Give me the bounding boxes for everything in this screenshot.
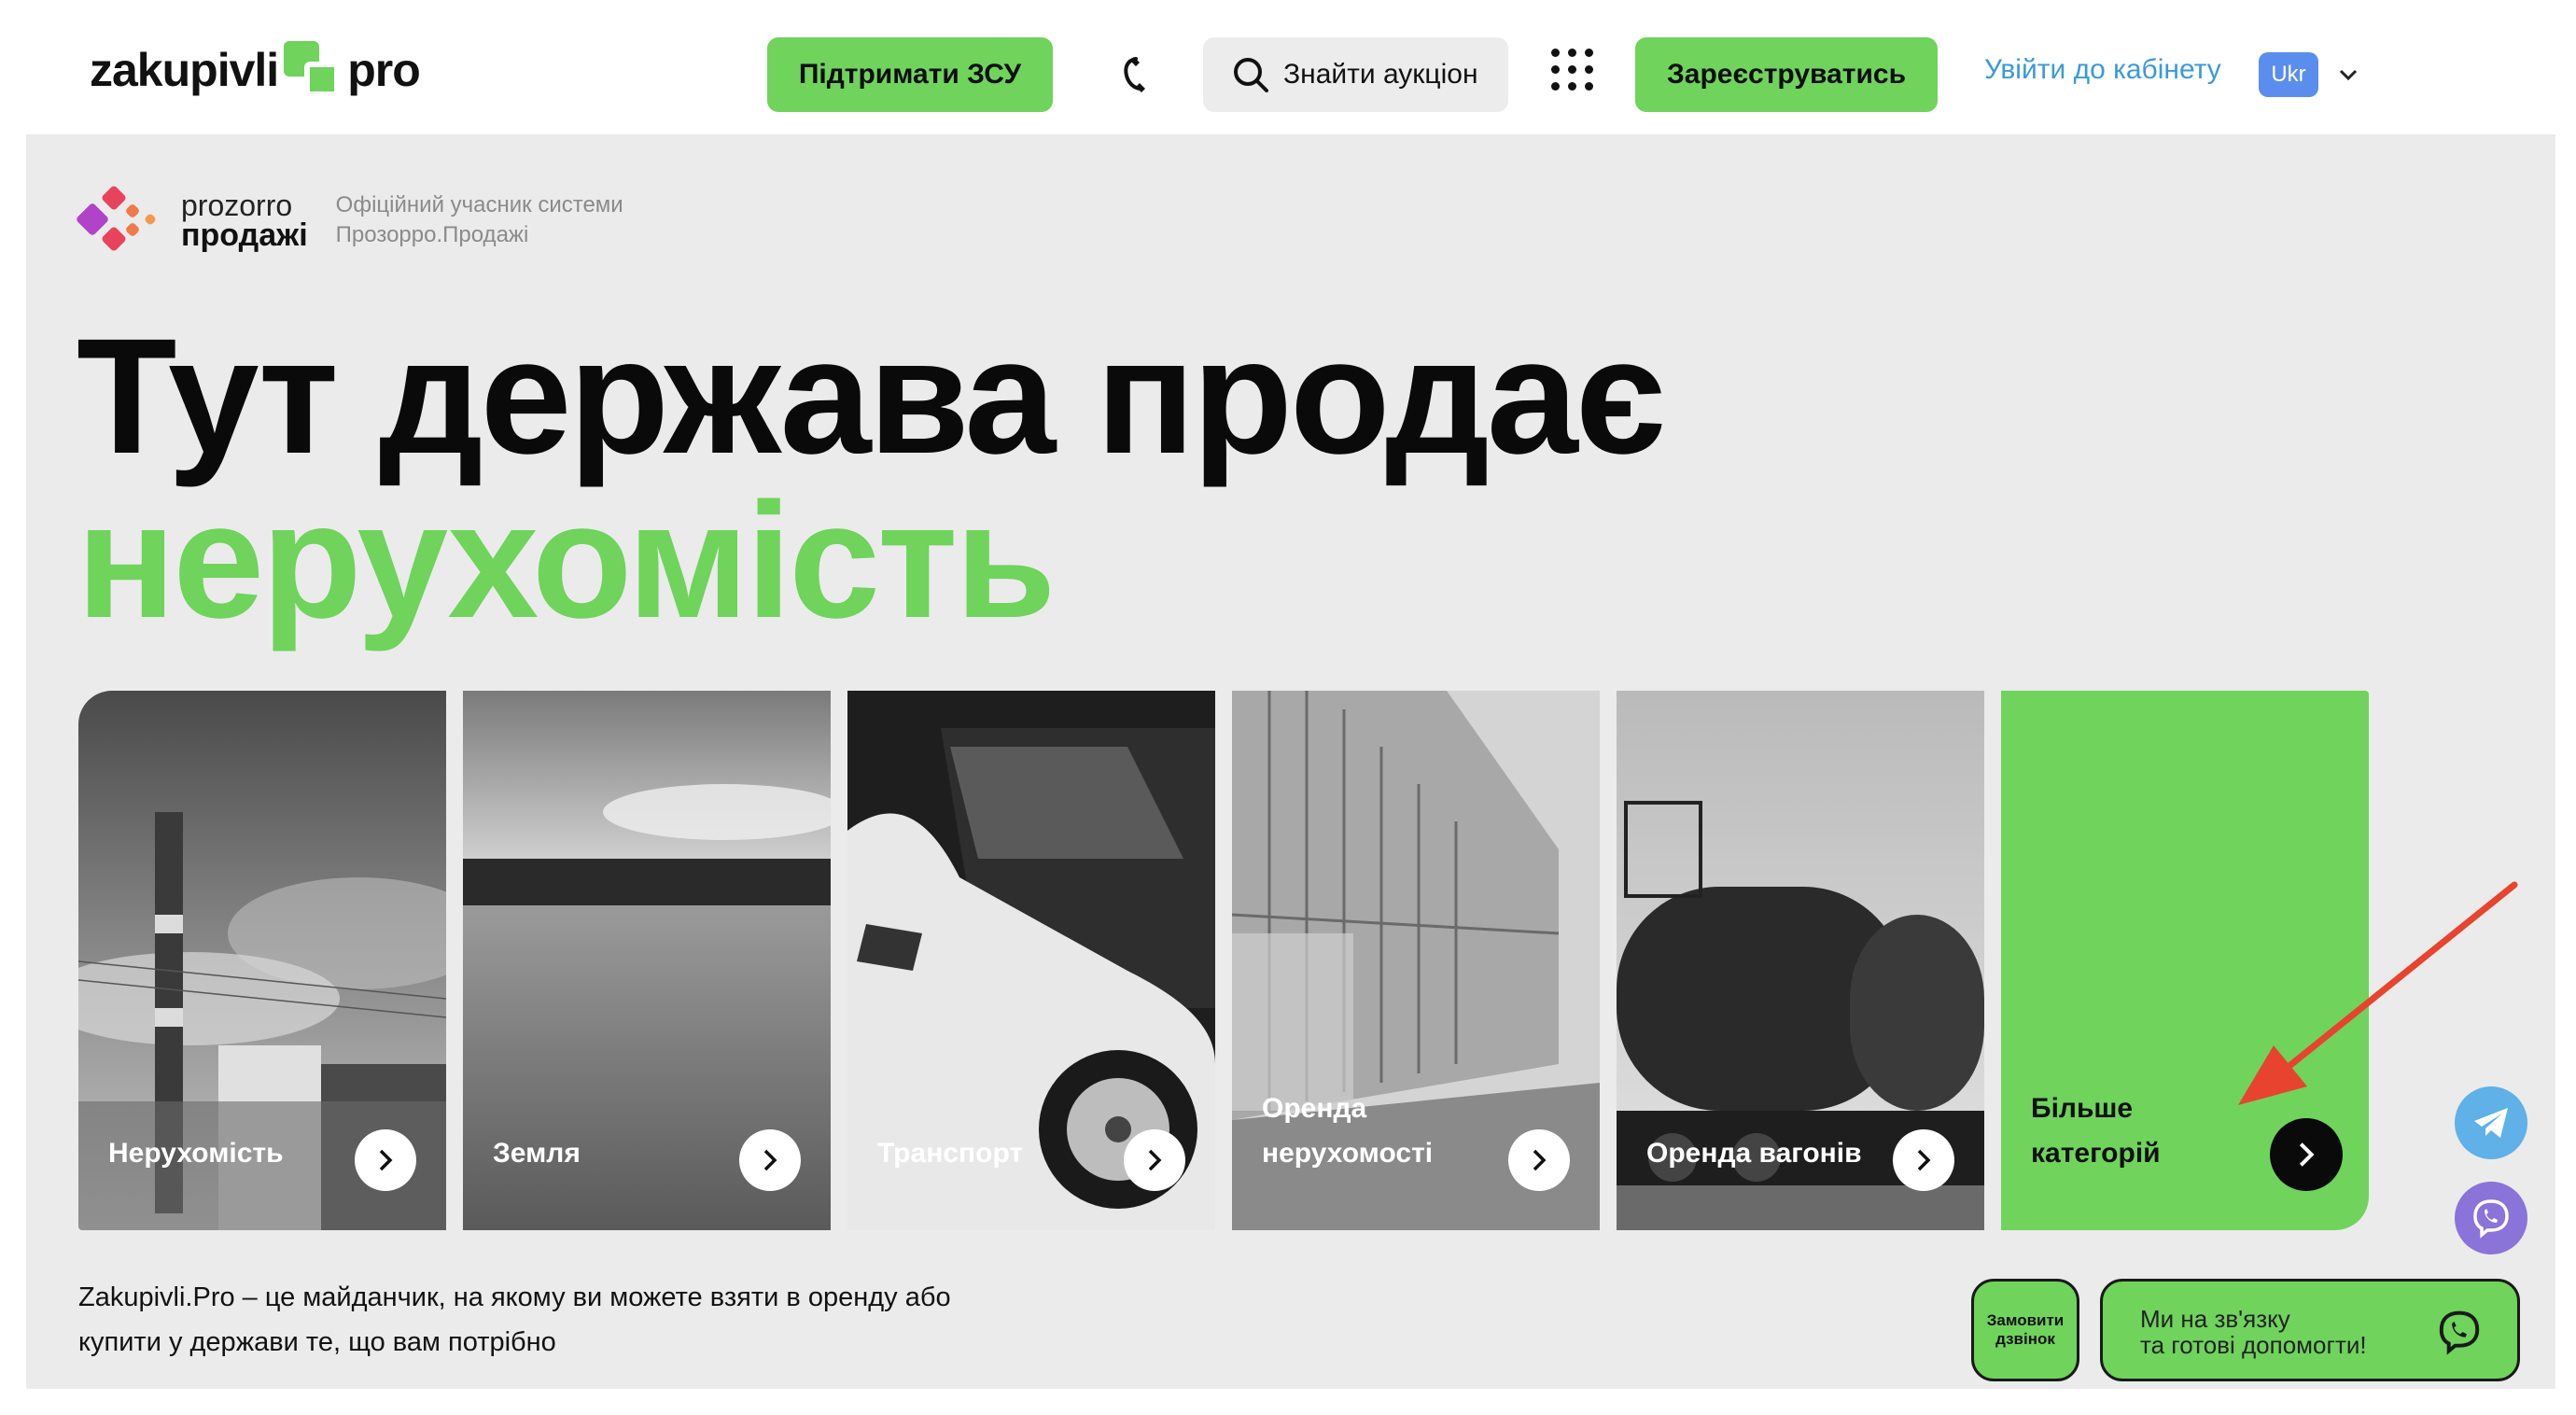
category-label: Нерухомість [108, 1138, 284, 1169]
platform-description: Zakupivli.Pro – це майданчик, на якому в… [78, 1275, 951, 1365]
search-icon [1234, 58, 1268, 92]
annotation-arrow-icon [2238, 881, 2518, 1105]
category-card-land[interactable]: Земля [463, 691, 831, 1230]
top-header: zakupivli pro Підтримати ЗСУ Знайти аукц… [0, 0, 2576, 134]
category-card-wagon-rental[interactable]: Оренда вагонів [1617, 691, 1984, 1230]
description-line1: Zakupivli.Pro – це майданчик, на якому в… [78, 1282, 951, 1312]
contact-line1: Ми на зв'язку [2140, 1305, 2290, 1333]
category-label: Оренда вагонів [1646, 1138, 1862, 1169]
category-label: Земля [493, 1138, 581, 1169]
register-button[interactable]: Зареєструватись [1635, 37, 1938, 112]
chevron-right-icon[interactable] [2270, 1118, 2343, 1191]
logo-text-right: pro [347, 44, 421, 96]
find-auction-label: Знайти аукціон [1283, 59, 1478, 90]
support-zsu-button[interactable]: Підтримати ЗСУ [767, 37, 1053, 112]
chevron-right-icon[interactable] [1124, 1129, 1185, 1191]
callback-line1: Замовити [1986, 1311, 2065, 1329]
hero-title-highlight: нерухомість [77, 469, 1056, 652]
order-callback-button[interactable]: Замовити дзвінок [1971, 1279, 2079, 1381]
prozorro-description: Офіційний учасник системи Прозорро.Прода… [336, 190, 623, 250]
category-label: Оренда нерухомості [1262, 1086, 1433, 1176]
prozorro-desc-line2: Прозорро.Продажі [335, 222, 529, 247]
category-label: Більше категорій [2031, 1086, 2161, 1176]
category-label-line1: Більше [2031, 1093, 2134, 1124]
chevron-right-icon[interactable] [1893, 1129, 1954, 1191]
telegram-icon[interactable] [2455, 1086, 2527, 1159]
contact-widget[interactable]: Ми на зв'язку та готові допомогти! [2100, 1279, 2520, 1381]
category-card-property-rental[interactable]: Оренда нерухомості [1232, 691, 1600, 1230]
language-selector[interactable]: Ukr [2259, 52, 2318, 97]
category-card-real-estate[interactable]: Нерухомість [78, 691, 446, 1230]
phone-icon[interactable] [1111, 50, 1157, 97]
prozorro-logo-icon [75, 183, 170, 258]
description-line2: купити у держави те, що вам потрібно [78, 1327, 556, 1357]
viber-icon[interactable] [2455, 1182, 2527, 1254]
hero-title: Тут держава продає [77, 305, 1666, 488]
category-label-line1: Оренда [1262, 1093, 1367, 1124]
apps-grid-icon[interactable] [1551, 49, 1594, 91]
find-auction-button[interactable]: Знайти аукціон [1203, 37, 1508, 112]
prozorro-desc-line1: Офіційний учасник системи [335, 192, 623, 217]
category-label-line2: нерухомості [1262, 1138, 1434, 1169]
prozorro-badge: prozorro продажі Офіційний учасник систе… [75, 183, 623, 258]
callback-line2: дзвінок [1995, 1330, 2055, 1348]
category-card-transport[interactable]: Транспорт [847, 691, 1215, 1230]
viber-icon [2439, 1310, 2480, 1355]
hero-section: prozorro продажі Офіційний учасник систе… [26, 134, 2555, 1389]
category-label-line2: категорій [2031, 1138, 2161, 1169]
prozorro-name: prozorro продажі [181, 189, 308, 253]
site-logo[interactable]: zakupivli pro [90, 37, 421, 103]
logo-mark-icon [284, 41, 342, 99]
chevron-right-icon[interactable] [355, 1129, 416, 1191]
login-link[interactable]: Увійти до кабінету [1984, 54, 2221, 86]
contact-line2: та готові допомогти! [2140, 1331, 2367, 1359]
prozorro-name-line1: prozorro [181, 189, 293, 222]
chevron-right-icon[interactable] [739, 1129, 801, 1191]
chevron-right-icon[interactable] [1508, 1129, 1570, 1191]
contact-text: Ми на зв'язку та готові допомогти! [2140, 1306, 2367, 1358]
prozorro-name-line2: продажі [181, 217, 308, 253]
logo-text-left: zakupivli [90, 44, 279, 96]
category-label: Транспорт [877, 1138, 1024, 1169]
chevron-down-icon[interactable] [2337, 63, 2359, 86]
